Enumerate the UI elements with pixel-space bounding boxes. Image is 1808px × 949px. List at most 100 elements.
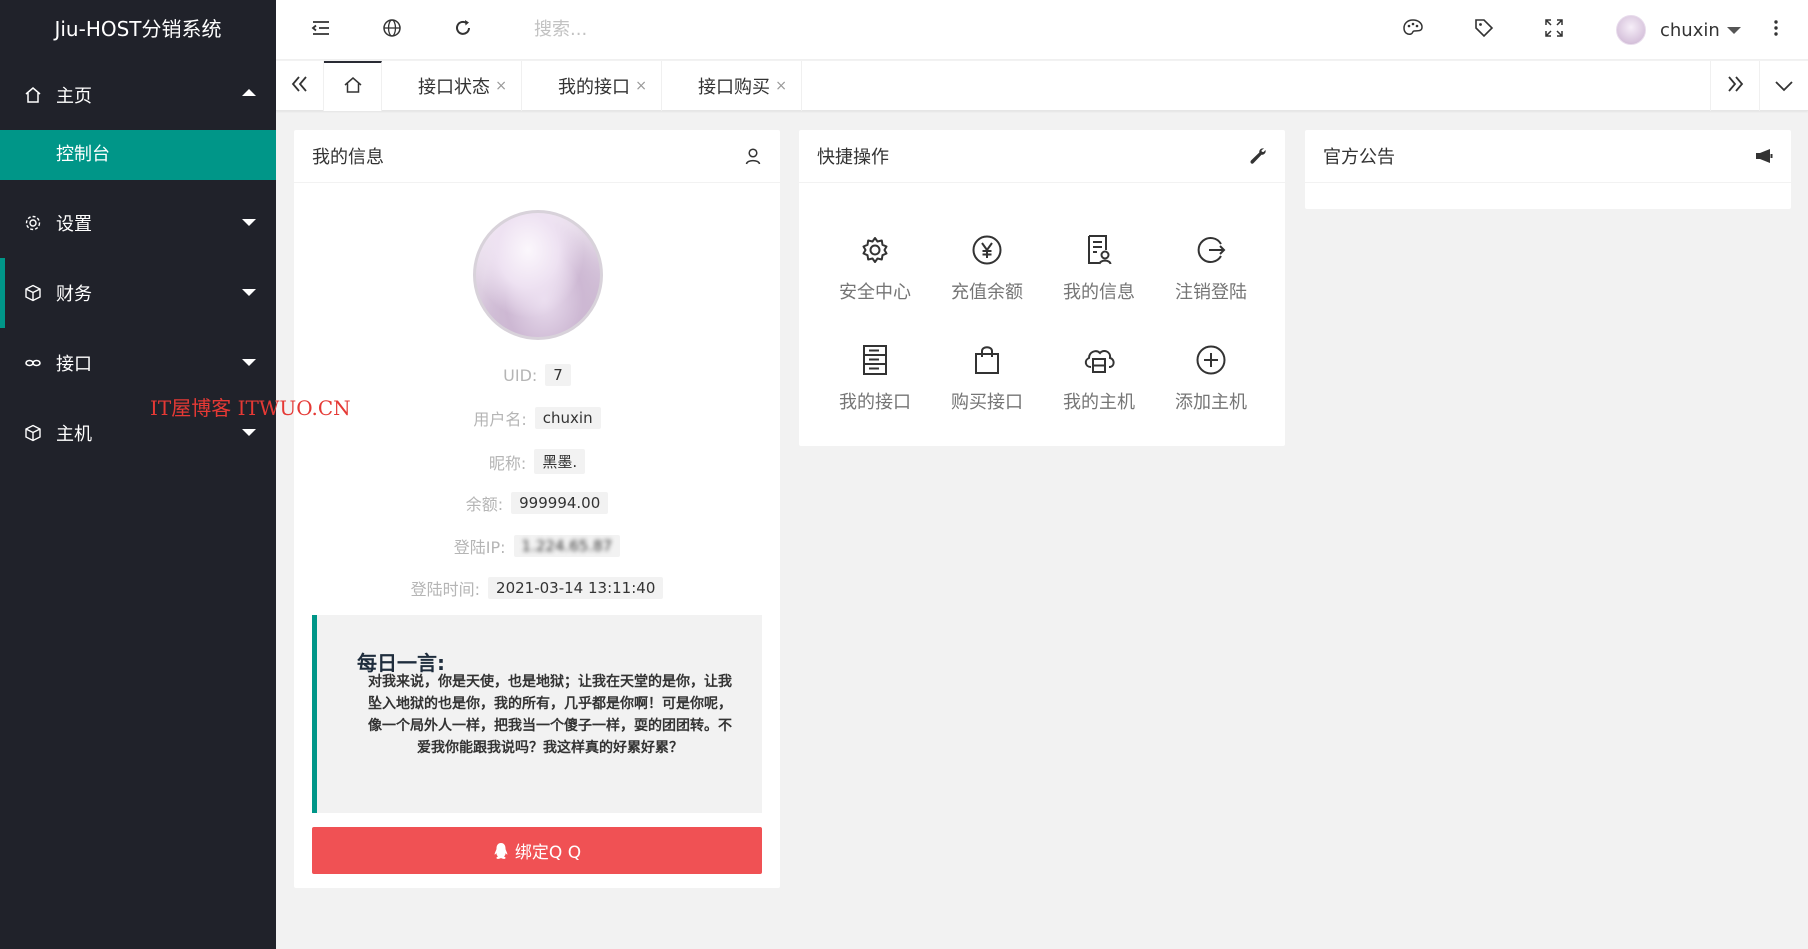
sidebar-item-label: 财务 [56, 284, 92, 305]
shopping-bag-icon [931, 340, 1043, 380]
chevron-down-icon [242, 289, 256, 296]
home-icon [24, 86, 42, 104]
info-label: 昵称: [488, 453, 527, 473]
sidebar-item-settings[interactable]: 设置 [0, 188, 276, 258]
info-label: 登陆IP: [453, 538, 506, 557]
yen-icon [931, 230, 1043, 270]
tab-label: 接口购买 [698, 77, 770, 98]
info-label: 余额: [465, 495, 504, 514]
home-icon [343, 76, 363, 99]
username-label: chuxin [1660, 19, 1720, 41]
more-vertical-icon [1773, 18, 1779, 42]
tab-label: 我的接口 [558, 77, 630, 98]
close-icon[interactable]: × [635, 78, 647, 94]
tabs-scroll-right-button[interactable] [1710, 61, 1760, 111]
tab-api-status[interactable]: 接口状态 × [382, 61, 522, 111]
language-button[interactable] [362, 0, 422, 60]
fullscreen-button[interactable] [1524, 0, 1584, 60]
watermark-text: IT屋博客 ITWUO.CN [150, 396, 351, 420]
info-label: 登陆时间: [410, 580, 481, 599]
sidebar-subitem-console[interactable]: 控制台 [0, 130, 276, 180]
sidebar-item-label: 接口 [56, 354, 92, 375]
tab-buy-api[interactable]: 接口购买 × [662, 61, 802, 111]
palette-icon [1402, 18, 1424, 42]
info-row-balance: 余额: 999994.00 [294, 491, 780, 515]
close-icon[interactable]: × [495, 78, 507, 94]
sidebar-item-label: 设置 [56, 214, 92, 235]
sidebar-item-home[interactable]: 主页 [0, 60, 276, 130]
card-header: 我的信息 [294, 130, 780, 183]
search-input[interactable]: 搜索... [534, 0, 587, 60]
info-value: 999994.00 [511, 492, 609, 514]
sidebar-item-finance[interactable]: 财务 [0, 258, 276, 328]
chevron-down-icon [242, 429, 256, 436]
bind-qq-label: 绑定Q Q [514, 843, 582, 863]
caret-down-icon [1726, 26, 1741, 34]
chevron-down-icon [1775, 76, 1793, 97]
quick-security-center[interactable]: 安全中心 [819, 230, 931, 304]
info-value: chuxin [534, 407, 601, 429]
menu-fold-button[interactable] [291, 0, 351, 60]
cloud-host-icon [1043, 340, 1155, 380]
tabs-bar: 接口状态 × 我的接口 × 接口购买 × [276, 61, 1808, 111]
sidebar: Jiu-HOST分销系统 主页 控制台 设置 财务 接口 主机 [0, 0, 276, 949]
notice-card: 官方公告 [1305, 130, 1791, 209]
double-chevron-left-icon [291, 75, 309, 97]
bind-qq-button[interactable]: 绑定Q Q [312, 827, 762, 874]
user-menu[interactable]: chuxin [1616, 0, 1741, 60]
quick-recharge[interactable]: 充值余额 [931, 230, 1043, 304]
quick-buy-api[interactable]: 购买接口 [931, 340, 1043, 414]
settings-icon [819, 230, 931, 270]
globe-icon [382, 18, 402, 42]
quick-ops-card: 快捷操作 安全中心 充值余额 我的信息 注销登陆 我的接口 购买接口 我的主机 … [799, 130, 1285, 446]
quick-add-host[interactable]: 添加主机 [1155, 340, 1267, 414]
user-icon [744, 147, 762, 165]
card-title: 官方公告 [1323, 147, 1395, 168]
megaphone-icon [1755, 148, 1773, 164]
cube-icon [24, 424, 42, 442]
info-label: UID: [503, 365, 538, 385]
tag-icon [1474, 18, 1494, 42]
info-value: 1.224.65.87 [513, 535, 621, 557]
double-chevron-right-icon [1726, 75, 1744, 97]
more-button[interactable] [1746, 0, 1806, 60]
info-row-username: 用户名: chuxin [294, 406, 780, 430]
chevron-up-icon [242, 89, 256, 96]
quick-label: 购买接口 [951, 392, 1023, 413]
quick-label: 我的信息 [1063, 282, 1135, 303]
quick-label: 安全中心 [839, 282, 911, 303]
quick-my-info[interactable]: 我的信息 [1043, 230, 1155, 304]
info-row-nickname: 昵称: 黑墨. [294, 449, 780, 474]
avatar [1616, 15, 1646, 45]
card-header: 官方公告 [1305, 130, 1791, 183]
close-icon[interactable]: × [775, 78, 787, 94]
fullscreen-icon [1545, 19, 1563, 41]
chevron-down-icon [242, 359, 256, 366]
tag-button[interactable] [1454, 0, 1514, 60]
tab-home[interactable] [324, 61, 382, 111]
card-title: 快捷操作 [817, 147, 889, 168]
info-row-login-ip: 登陆IP: 1.224.65.87 [294, 534, 780, 558]
cube-icon [24, 284, 42, 302]
theme-button[interactable] [1383, 0, 1443, 60]
app-logo-title: Jiu-HOST分销系统 [54, 17, 222, 41]
top-header: 搜索... chuxin [276, 0, 1808, 60]
sidebar-item-label: 主页 [56, 86, 92, 107]
sidebar-item-api[interactable]: 接口 [0, 328, 276, 398]
refresh-button[interactable] [433, 0, 493, 60]
tabs-scroll-left-button[interactable] [276, 61, 324, 111]
tab-my-api[interactable]: 我的接口 × [522, 61, 662, 111]
quick-my-host[interactable]: 我的主机 [1043, 340, 1155, 414]
quick-label: 注销登陆 [1175, 282, 1247, 303]
quote-text: 对我来说，你是天使，也是地狱；让我在天堂的是你，让我坠入地狱的也是你，我的所有，… [368, 674, 732, 756]
qq-icon [493, 842, 509, 860]
daily-quote-box: 每日一言: 对我来说，你是天使，也是地狱；让我在天堂的是你，让我坠入地狱的也是你… [312, 615, 762, 813]
card-header: 快捷操作 [799, 130, 1285, 183]
refresh-icon [453, 18, 473, 42]
quick-logout[interactable]: 注销登陆 [1155, 230, 1267, 304]
info-row-uid: UID: 7 [294, 364, 780, 386]
profile-doc-icon [1043, 230, 1155, 270]
quick-label: 充值余额 [951, 282, 1023, 303]
tabs-menu-button[interactable] [1760, 61, 1808, 111]
quick-my-api[interactable]: 我的接口 [819, 340, 931, 414]
